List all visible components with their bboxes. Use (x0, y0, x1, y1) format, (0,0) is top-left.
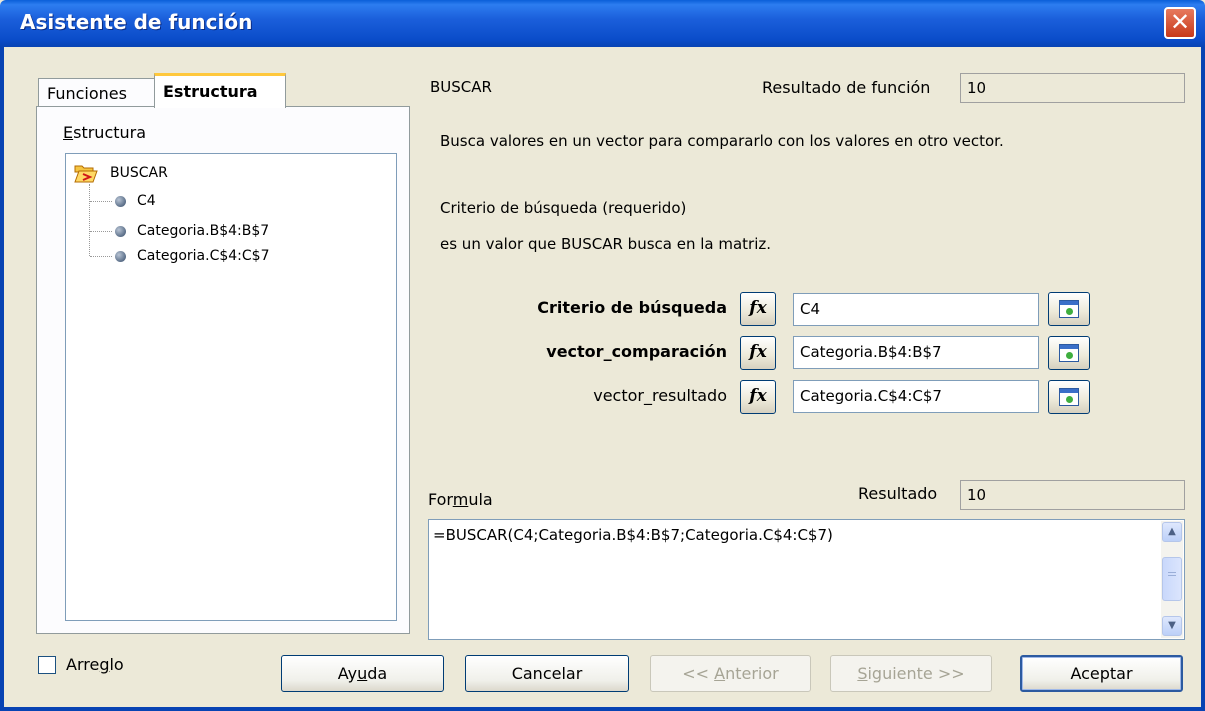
shrink-button-vector-resultado[interactable] (1048, 380, 1090, 414)
scroll-thumb[interactable] (1162, 557, 1182, 601)
function-result-field: 10 (960, 73, 1185, 103)
back-button[interactable]: << Anterior (650, 655, 811, 692)
argument-label-criterio: Criterio de búsqueda (537, 298, 727, 317)
fx-button-vector-resultado[interactable]: fx (740, 380, 776, 414)
function-result-label: Resultado de función (762, 78, 931, 97)
tab-label: Estructura (163, 82, 258, 101)
fx-button-vector-comparacion[interactable]: fx (740, 336, 776, 370)
shrink-icon (1059, 300, 1079, 318)
tree-item-label: Categoria.B$4:B$7 (137, 223, 270, 239)
argument-input-vector-resultado[interactable]: Categoria.C$4:C$7 (793, 380, 1039, 413)
shrink-icon (1059, 388, 1079, 406)
node-icon (115, 195, 126, 207)
formula-result-label: Resultado (858, 484, 938, 503)
parameter-title: Criterio de búsqueda (requerido) (440, 199, 687, 217)
tree-item-label: C4 (137, 193, 156, 209)
structure-label: Estructura (63, 123, 147, 142)
open-folder-icon (74, 165, 98, 183)
vertical-scrollbar[interactable]: ▲ ▼ (1161, 521, 1183, 638)
ok-button[interactable]: Aceptar (1020, 655, 1183, 692)
window-frame-left (0, 47, 4, 711)
scroll-up-button[interactable]: ▲ (1162, 522, 1182, 542)
fx-button-criterio[interactable]: fx (740, 292, 776, 326)
cancel-button[interactable]: Cancelar (465, 655, 629, 692)
tree-root[interactable]: BUSCAR (74, 160, 168, 186)
node-icon (115, 250, 126, 262)
argument-input-criterio[interactable]: C4 (793, 293, 1039, 326)
window-title: Asistente de función (20, 10, 253, 34)
close-icon: ✕ (1169, 8, 1191, 36)
tab-funciones[interactable]: Funciones (38, 78, 156, 106)
parameter-description: es un valor que BUSCAR busca en la matri… (440, 235, 772, 253)
tree-item[interactable]: Categoria.C$4:C$7 (90, 245, 269, 267)
chevron-up-icon: ▲ (1168, 526, 1176, 537)
array-checkbox[interactable] (38, 656, 56, 674)
tree-item-label: Categoria.C$4:C$7 (137, 248, 270, 264)
structure-tree[interactable]: BUSCAR C4 Categoria.B$4:B$7 Categoria.C$… (65, 153, 397, 621)
argument-input-vector-comparacion[interactable]: Categoria.B$4:B$7 (793, 336, 1039, 369)
scroll-down-button[interactable]: ▼ (1162, 616, 1182, 636)
close-button[interactable]: ✕ (1164, 7, 1196, 39)
formula-label: Formula (428, 490, 493, 509)
chevron-down-icon: ▼ (1168, 620, 1176, 631)
window-frame-bottom (0, 707, 1205, 711)
array-checkbox-label[interactable]: Arreglo (66, 655, 124, 674)
tree-root-label: BUSCAR (110, 165, 168, 181)
tree-item[interactable]: C4 (90, 190, 156, 212)
shrink-icon (1059, 344, 1079, 362)
shrink-button-criterio[interactable] (1048, 292, 1090, 326)
formula-text: =BUSCAR(C4;Categoria.B$4:B$7;Categoria.C… (433, 526, 833, 544)
next-button[interactable]: Siguiente >> (830, 655, 992, 692)
tree-item[interactable]: Categoria.B$4:B$7 (90, 220, 269, 242)
formula-result-field: 10 (960, 480, 1185, 510)
title-bar: Asistente de función ✕ (0, 0, 1205, 47)
window-frame-right (1201, 47, 1205, 711)
node-icon (115, 225, 126, 237)
help-button[interactable]: Ayuda (281, 655, 444, 692)
tab-estructura[interactable]: Estructura (154, 73, 286, 108)
argument-label-vector-comparacion: vector_comparación (546, 342, 727, 361)
function-description: Busca valores en un vector para comparar… (440, 132, 1004, 150)
tab-label: Funciones (47, 84, 127, 103)
formula-textarea[interactable]: =BUSCAR(C4;Categoria.B$4:B$7;Categoria.C… (428, 519, 1185, 640)
function-name: BUSCAR (430, 78, 492, 96)
argument-label-vector-resultado: vector_resultado (593, 386, 727, 405)
shrink-button-vector-comparacion[interactable] (1048, 336, 1090, 370)
